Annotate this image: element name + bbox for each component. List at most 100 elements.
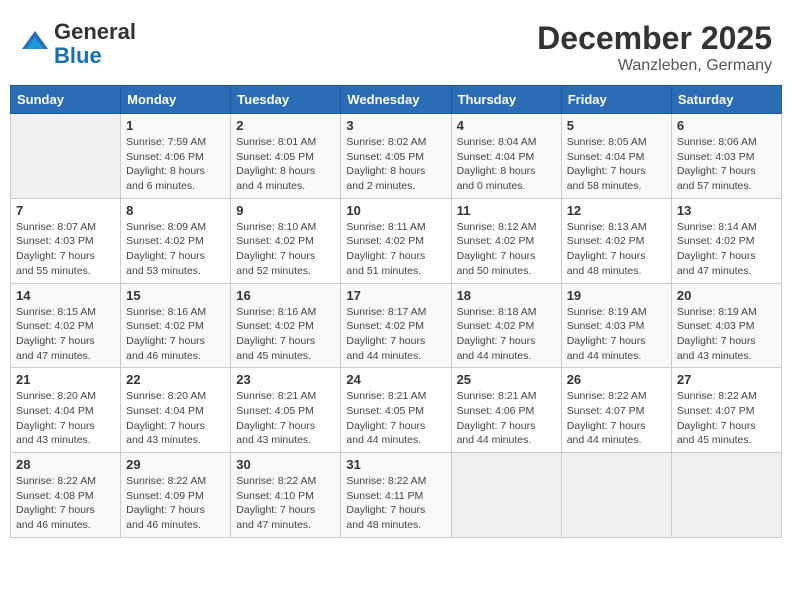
table-row: 22Sunrise: 8:20 AMSunset: 4:04 PMDayligh… (121, 368, 231, 453)
day-number: 6 (677, 118, 776, 133)
logo-icon (20, 29, 50, 59)
day-number: 15 (126, 288, 225, 303)
day-number: 27 (677, 372, 776, 387)
day-number: 20 (677, 288, 776, 303)
title-block: December 2025 Wanzleben, Germany (537, 20, 772, 75)
table-row: 3 Sunrise: 8:02 AMSunset: 4:05 PMDaylight… (341, 114, 451, 199)
day-number: 13 (677, 203, 776, 218)
day-number: 7 (16, 203, 115, 218)
day-number: 31 (346, 457, 445, 472)
day-info: Sunrise: 8:21 AMSunset: 4:06 PMDaylight:… (457, 389, 556, 448)
day-info: Sunrise: 8:07 AMSunset: 4:03 PMDaylight:… (16, 220, 115, 279)
col-saturday: Saturday (671, 86, 781, 114)
table-row: 30Sunrise: 8:22 AMSunset: 4:10 PMDayligh… (231, 453, 341, 538)
day-info: Sunrise: 8:18 AMSunset: 4:02 PMDaylight:… (457, 305, 556, 364)
day-info: Sunrise: 8:06 AMSunset: 4:03 PMDaylight:… (677, 135, 776, 194)
table-row: 5 Sunrise: 8:05 AMSunset: 4:04 PMDaylight… (561, 114, 671, 199)
table-row: 7 Sunrise: 8:07 AMSunset: 4:03 PMDaylight… (11, 198, 121, 283)
logo: General Blue (20, 20, 136, 68)
table-row: 12 Sunrise: 8:13 AMSunset: 4:02 PMDayligh… (561, 198, 671, 283)
table-row: 9 Sunrise: 8:10 AMSunset: 4:02 PMDaylight… (231, 198, 341, 283)
day-info: Sunrise: 8:21 AMSunset: 4:05 PMDaylight:… (346, 389, 445, 448)
location-title: Wanzleben, Germany (537, 57, 772, 75)
day-number: 12 (567, 203, 666, 218)
table-row: 31 Sunrise: 8:22 AMSunset: 4:11 PMDayligh… (341, 453, 451, 538)
table-row: 16 Sunrise: 8:16 AMSunset: 4:02 PMDayligh… (231, 283, 341, 368)
day-number: 3 (346, 118, 445, 133)
day-number: 29 (126, 457, 225, 472)
day-info: Sunrise: 8:12 AMSunset: 4:02 PMDaylight:… (457, 220, 556, 279)
day-info: Sunrise: 8:19 AMSunset: 4:03 PMDaylight:… (677, 305, 776, 364)
calendar-week-row: 1Sunrise: 7:59 AMSunset: 4:06 PMDaylight… (11, 114, 782, 199)
table-row: 15Sunrise: 8:16 AMSunset: 4:02 PMDayligh… (121, 283, 231, 368)
day-number: 26 (567, 372, 666, 387)
day-info: Sunrise: 8:16 AMSunset: 4:02 PMDaylight:… (236, 305, 335, 364)
table-row: 19Sunrise: 8:19 AMSunset: 4:03 PMDayligh… (561, 283, 671, 368)
col-wednesday: Wednesday (341, 86, 451, 114)
table-row: 29 Sunrise: 8:22 AMSunset: 4:09 PMDayligh… (121, 453, 231, 538)
col-friday: Friday (561, 86, 671, 114)
calendar-week-row: 7 Sunrise: 8:07 AMSunset: 4:03 PMDaylight… (11, 198, 782, 283)
table-row: 8 Sunrise: 8:09 AMSunset: 4:02 PMDaylight… (121, 198, 231, 283)
day-info: Sunrise: 8:20 AMSunset: 4:04 PMDaylight:… (16, 389, 115, 448)
table-row: 18 Sunrise: 8:18 AMSunset: 4:02 PMDayligh… (451, 283, 561, 368)
day-number: 25 (457, 372, 556, 387)
day-info: Sunrise: 8:05 AMSunset: 4:04 PMDaylight:… (567, 135, 666, 194)
day-info: Sunrise: 8:09 AMSunset: 4:02 PMDaylight:… (126, 220, 225, 279)
day-number: 23 (236, 372, 335, 387)
calendar-week-row: 14 Sunrise: 8:15 AMSunset: 4:02 PMDayligh… (11, 283, 782, 368)
day-number: 5 (567, 118, 666, 133)
day-number: 4 (457, 118, 556, 133)
day-number: 1 (126, 118, 225, 133)
day-info: Sunrise: 8:20 AMSunset: 4:04 PMDaylight:… (126, 389, 225, 448)
table-row: 27 Sunrise: 8:22 AMSunset: 4:07 PMDayligh… (671, 368, 781, 453)
day-info: Sunrise: 8:19 AMSunset: 4:03 PMDaylight:… (567, 305, 666, 364)
day-number: 16 (236, 288, 335, 303)
logo-blue: Blue (54, 43, 102, 68)
table-row (11, 114, 121, 199)
table-row (671, 453, 781, 538)
day-info: Sunrise: 8:22 AMSunset: 4:09 PMDaylight:… (126, 474, 225, 533)
page-header: General Blue December 2025 Wanzleben, Ge… (10, 10, 782, 80)
logo-general: General (54, 19, 136, 44)
table-row: 20 Sunrise: 8:19 AMSunset: 4:03 PMDayligh… (671, 283, 781, 368)
table-row: 26 Sunrise: 8:22 AMSunset: 4:07 PMDayligh… (561, 368, 671, 453)
col-thursday: Thursday (451, 86, 561, 114)
day-number: 2 (236, 118, 335, 133)
table-row: 17 Sunrise: 8:17 AMSunset: 4:02 PMDayligh… (341, 283, 451, 368)
day-info: Sunrise: 8:22 AMSunset: 4:10 PMDaylight:… (236, 474, 335, 533)
day-number: 8 (126, 203, 225, 218)
day-number: 18 (457, 288, 556, 303)
day-info: Sunrise: 8:10 AMSunset: 4:02 PMDaylight:… (236, 220, 335, 279)
day-info: Sunrise: 8:11 AMSunset: 4:02 PMDaylight:… (346, 220, 445, 279)
calendar-week-row: 28Sunrise: 8:22 AMSunset: 4:08 PMDayligh… (11, 453, 782, 538)
day-info: Sunrise: 8:21 AMSunset: 4:05 PMDaylight:… (236, 389, 335, 448)
day-info: Sunrise: 8:04 AMSunset: 4:04 PMDaylight:… (457, 135, 556, 194)
month-title: December 2025 (537, 20, 772, 57)
day-number: 21 (16, 372, 115, 387)
table-row: 6 Sunrise: 8:06 AMSunset: 4:03 PMDaylight… (671, 114, 781, 199)
table-row (561, 453, 671, 538)
day-info: Sunrise: 8:13 AMSunset: 4:02 PMDaylight:… (567, 220, 666, 279)
logo-text: General Blue (54, 20, 136, 68)
day-info: Sunrise: 8:22 AMSunset: 4:07 PMDaylight:… (567, 389, 666, 448)
day-number: 14 (16, 288, 115, 303)
table-row: 24Sunrise: 8:21 AMSunset: 4:05 PMDayligh… (341, 368, 451, 453)
calendar-week-row: 21 Sunrise: 8:20 AMSunset: 4:04 PMDayligh… (11, 368, 782, 453)
calendar-header-row: Sunday Monday Tuesday Wednesday Thursday… (11, 86, 782, 114)
day-number: 9 (236, 203, 335, 218)
day-number: 28 (16, 457, 115, 472)
day-info: Sunrise: 8:15 AMSunset: 4:02 PMDaylight:… (16, 305, 115, 364)
day-info: Sunrise: 8:02 AMSunset: 4:05 PMDaylight:… (346, 135, 445, 194)
day-info: Sunrise: 8:14 AMSunset: 4:02 PMDaylight:… (677, 220, 776, 279)
calendar-table: Sunday Monday Tuesday Wednesday Thursday… (10, 85, 782, 538)
day-number: 11 (457, 203, 556, 218)
day-info: Sunrise: 8:22 AMSunset: 4:07 PMDaylight:… (677, 389, 776, 448)
table-row: 10Sunrise: 8:11 AMSunset: 4:02 PMDayligh… (341, 198, 451, 283)
table-row (451, 453, 561, 538)
day-info: Sunrise: 8:22 AMSunset: 4:11 PMDaylight:… (346, 474, 445, 533)
day-number: 17 (346, 288, 445, 303)
day-info: Sunrise: 8:17 AMSunset: 4:02 PMDaylight:… (346, 305, 445, 364)
table-row: 28Sunrise: 8:22 AMSunset: 4:08 PMDayligh… (11, 453, 121, 538)
day-info: Sunrise: 8:01 AMSunset: 4:05 PMDaylight:… (236, 135, 335, 194)
